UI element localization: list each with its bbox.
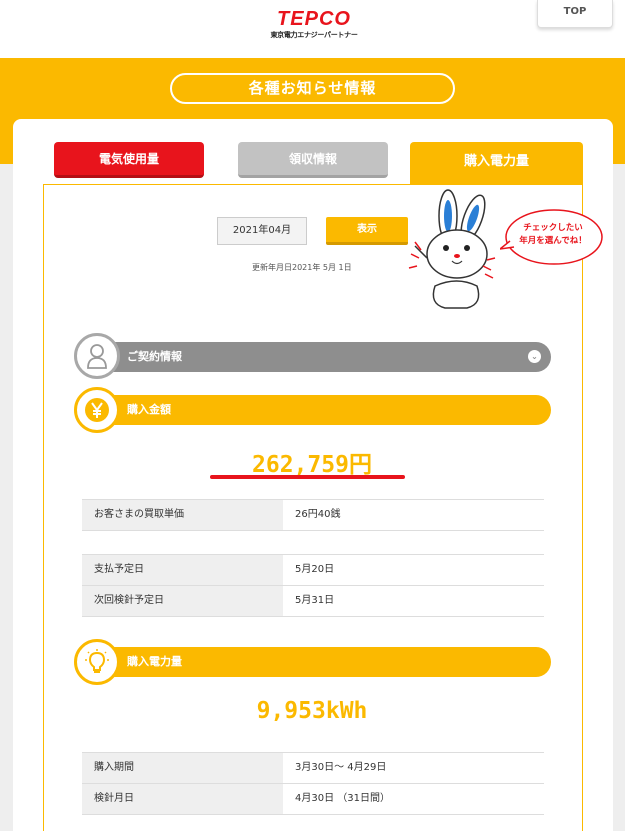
row-key: 次回検針予定日 bbox=[82, 586, 283, 616]
table-row: 検針月日 4月30日 （31日間） bbox=[82, 784, 544, 815]
tab-electricity-usage[interactable]: 電気使用量 bbox=[54, 142, 204, 178]
row-key: 検針月日 bbox=[82, 784, 283, 814]
purchase-amount-bar: 購入金額 bbox=[95, 395, 551, 425]
purchase-amount-value: 262,759円 bbox=[252, 452, 372, 478]
show-button[interactable]: 表示 bbox=[326, 217, 408, 245]
month-select[interactable]: 2021年04月 bbox=[217, 217, 307, 245]
row-value: 4月30日 （31日間） bbox=[283, 784, 544, 814]
purchased-power-bar: 購入電力量 bbox=[95, 647, 551, 677]
amount-underline bbox=[210, 475, 405, 479]
bubble-line-2: 年月を選んでね！ bbox=[519, 236, 587, 246]
row-value: 5月20日 bbox=[283, 555, 544, 585]
contract-info-bar[interactable]: ご契約情報 bbox=[95, 342, 551, 372]
row-key: お客さまの買取単価 bbox=[82, 500, 283, 530]
lightbulb-icon bbox=[74, 639, 120, 685]
rabbit-mascot bbox=[408, 189, 496, 309]
schedule-table: 支払予定日 5月20日 次回検針予定日 5月31日 bbox=[82, 554, 544, 617]
header: TEPCO 東京電力エナジーパートナー TOP bbox=[0, 0, 625, 58]
power-table: 購入期間 3月30日～ 4月29日 検針月日 4月30日 （31日間） bbox=[82, 752, 544, 815]
page-title: 各種お知らせ情報 bbox=[170, 73, 455, 104]
updated-date: 更新年月日2021年 5月 1日 bbox=[252, 263, 352, 272]
tab-purchased-power[interactable]: 購入電力量 bbox=[410, 142, 583, 185]
logo-subtitle: 東京電力エナジーパートナー bbox=[270, 31, 358, 39]
row-key: 購入期間 bbox=[82, 753, 283, 783]
bubble-line-1: チェックしたい bbox=[523, 223, 583, 233]
row-value: 26円40銭 bbox=[283, 500, 544, 530]
top-button[interactable]: TOP bbox=[537, 0, 613, 28]
person-icon bbox=[74, 333, 120, 379]
table-row: 購入期間 3月30日～ 4月29日 bbox=[82, 753, 544, 784]
bubble-text: チェックしたい 年月を選んでね！ bbox=[507, 222, 599, 248]
table-row: 次回検針予定日 5月31日 bbox=[82, 586, 544, 617]
row-value: 3月30日～ 4月29日 bbox=[283, 753, 544, 783]
row-key: 支払予定日 bbox=[82, 555, 283, 585]
yen-icon bbox=[74, 387, 120, 433]
table-row: お客さまの買取単価 26円40銭 bbox=[82, 500, 544, 531]
row-value: 5月31日 bbox=[283, 586, 544, 616]
tab-receipt-info[interactable]: 領収情報 bbox=[238, 142, 388, 178]
tepco-logo[interactable]: TEPCO 東京電力エナジーパートナー bbox=[262, 8, 366, 40]
chevron-down-icon[interactable]: ⌄ bbox=[528, 350, 541, 363]
amount-table: お客さまの買取単価 26円40銭 bbox=[82, 499, 544, 531]
table-row: 支払予定日 5月20日 bbox=[82, 555, 544, 586]
purchased-power-value: 9,953kWh bbox=[256, 698, 368, 724]
logo-text: TEPCO bbox=[277, 8, 351, 30]
